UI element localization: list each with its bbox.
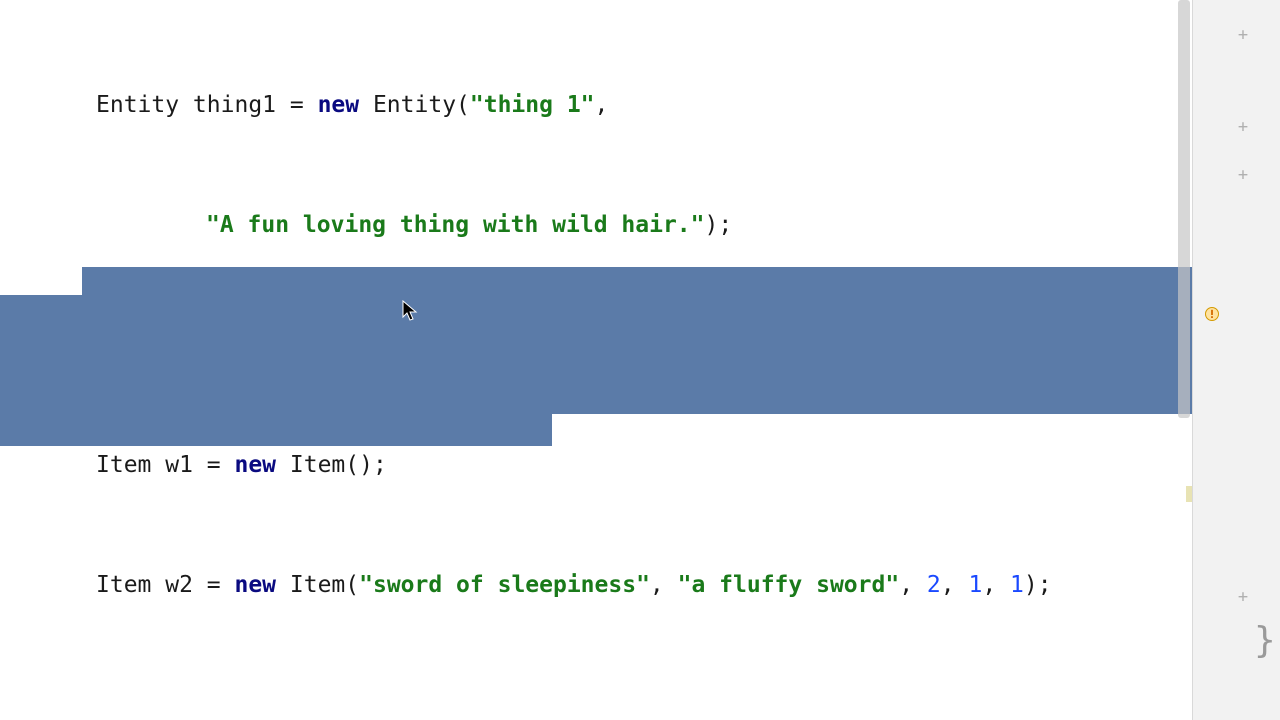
code-line[interactable]: Entity thing1 = new Entity("thing 1", [0, 90, 1192, 120]
code-line[interactable] [0, 330, 1192, 360]
right-gutter-panel [1192, 0, 1280, 720]
vertical-scrollbar[interactable] [1178, 0, 1190, 418]
code-line[interactable]: Item w1 = new Item(); [0, 450, 1192, 480]
code-editor-viewport: Entity thing1 = new Entity("thing 1", "A… [0, 0, 1280, 720]
text-selection-tail [0, 414, 552, 446]
fold-icon[interactable]: + [1236, 28, 1250, 42]
brace-hint-icon: } [1254, 620, 1276, 661]
fold-icon[interactable]: + [1236, 120, 1250, 134]
change-marker [1186, 486, 1192, 502]
mouse-cursor [402, 300, 418, 322]
code-line[interactable]: Item w2 = new Item("sword of sleepiness"… [0, 570, 1192, 600]
code-line[interactable] [0, 690, 1192, 720]
code-line[interactable]: "A fun loving thing with wild hair."); [0, 210, 1192, 240]
inspection-warning-icon[interactable] [1204, 302, 1220, 318]
fold-icon[interactable]: + [1236, 590, 1250, 604]
fold-icon[interactable]: + [1236, 168, 1250, 182]
